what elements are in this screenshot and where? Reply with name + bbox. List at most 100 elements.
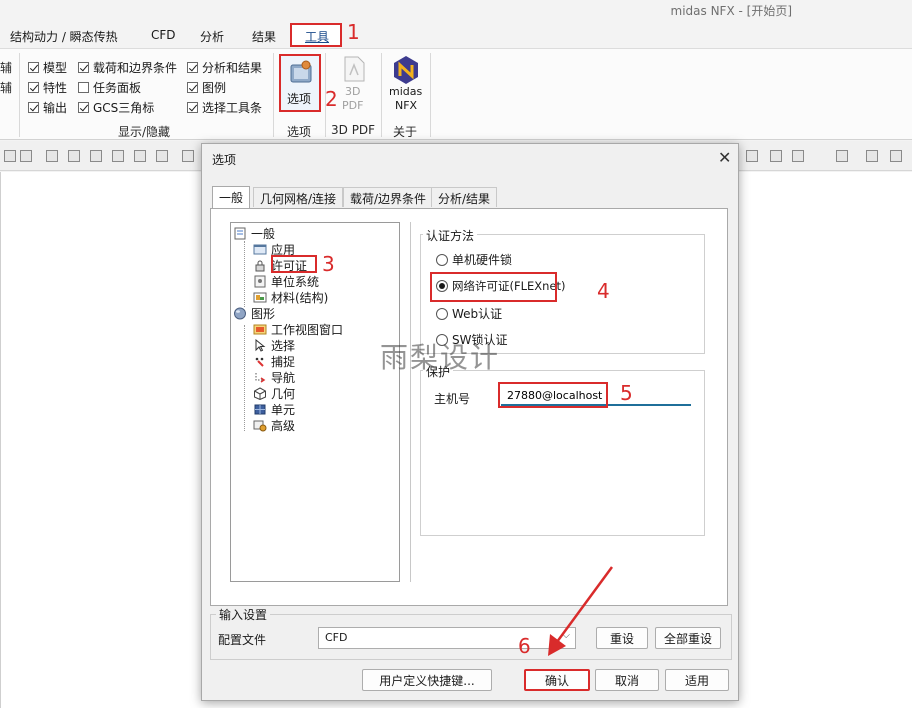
tab-geometry-mesh[interactable]: 几何网格/连接 [253,187,344,207]
snap-icon [255,357,264,367]
toolbar-icon[interactable] [866,150,878,162]
checkbox[interactable] [187,101,198,113]
check-legend[interactable]: 图例 [187,79,226,95]
check-property[interactable]: 特性 [28,79,67,95]
checkbox[interactable] [28,61,39,73]
checkbox[interactable] [28,81,39,93]
check-selection-toolbar[interactable]: 选择工具条 [187,99,262,115]
menu-tab-dynamics[interactable]: 结构动力 / 瞬态传热 [10,28,118,45]
grid-icon[interactable] [770,150,782,162]
menu-tab-results[interactable]: 结果 [252,28,276,45]
ribbon-separator [381,53,382,137]
user-shortcuts-button[interactable]: 用户定义快捷键... [362,669,492,691]
midas-logo-icon [394,56,418,84]
checkbox[interactable] [78,61,89,73]
menu-bar: 结构动力 / 瞬态传热 CFD 分析 结果 [0,22,912,48]
toolbar-icon[interactable] [20,150,32,162]
apply-button[interactable]: 适用 [665,669,729,691]
tree-item-select[interactable]: 选择 [253,337,295,353]
annotation-1: 1 [347,20,360,44]
radio-web-auth[interactable]: Web认证 [436,305,502,322]
check-model[interactable]: 模型 [28,59,67,75]
check-output-label: 输出 [43,100,68,115]
tree-item-label: 几何 [271,386,296,401]
check-output[interactable]: 输出 [28,99,67,115]
checkbox[interactable] [78,81,89,93]
annotation-5: 5 [620,381,633,405]
check-legend-label: 图例 [202,80,227,95]
element-icon [254,404,266,414]
cube-icon [254,386,266,400]
back-arrow-icon[interactable] [182,150,194,162]
radio-button[interactable] [436,307,448,320]
toolbar-icon[interactable] [836,150,848,162]
annotation-4: 4 [597,279,610,303]
about-button[interactable]: midas NFX [386,55,428,115]
tree-item-element[interactable]: 单元 [253,401,295,417]
tree-item-label: 捕捉 [271,354,296,369]
tree-item-graphics[interactable]: 图形 [233,305,275,321]
tree-item-material[interactable]: 材料(结构) [253,289,328,305]
radio-standalone-lock[interactable]: 单机硬件锁 [436,251,512,268]
menu-tab-analysis[interactable]: 分析 [200,28,224,45]
view-cube-icon[interactable] [156,150,168,162]
network-license-highlight [430,272,557,302]
check-gcs-triad-label: GCS三角标 [93,100,155,115]
host-label: 主机号 [434,392,471,406]
ribbon-separator [325,53,326,137]
toolbar-icon[interactable] [4,150,16,162]
config-file-select[interactable]: CFD ⌵ [318,627,576,649]
check-gcs-triad[interactable]: GCS三角标 [78,99,154,115]
toolbar-icon[interactable] [746,150,758,162]
tree-item-geometry[interactable]: 几何 [253,385,295,401]
radio-button[interactable] [436,253,448,266]
view-cube-icon[interactable] [90,150,102,162]
cancel-button[interactable]: 取消 [595,669,659,691]
tab-analysis-results[interactable]: 分析/结果 [431,187,498,207]
view-cube-icon[interactable] [46,150,58,162]
group-pdf-label: 3D PDF [331,123,376,137]
tree-item-work-view[interactable]: 工作视图窗口 [253,321,343,337]
options-button[interactable]: 选项 [279,54,321,112]
reset-all-button[interactable]: 全部重设 [655,627,721,649]
checkbox[interactable] [187,61,198,73]
checkbox[interactable] [187,81,198,93]
options-tree[interactable]: 一般 应用 许可证 单位系统 材料(结构) 图形 工作视图窗口 选择 捕捉 导航… [230,222,400,582]
tree-item-snap[interactable]: 捕捉 [253,353,295,369]
host-input-highlight [498,382,608,408]
sphere-icon[interactable] [792,150,804,162]
checkbox[interactable] [78,101,89,113]
tab-loads-bc[interactable]: 载荷/边界条件 [343,187,434,207]
checkbox[interactable] [28,101,39,113]
view-cube-icon[interactable] [134,150,146,162]
menu-tab-cfd[interactable]: CFD [151,28,176,42]
ok-button[interactable]: 确认 [524,669,590,691]
view-window-icon [253,324,267,334]
tree-item-general[interactable]: 一般 [233,225,275,241]
toolbar-icon[interactable] [890,150,902,162]
ribbon-partial-label: 辅 [0,81,13,95]
close-icon[interactable]: ✕ [718,148,731,167]
check-loads-bc[interactable]: 载荷和边界条件 [78,59,177,75]
tree-item-label: 图形 [251,306,276,321]
ribbon-separator [273,53,274,137]
check-task-panel[interactable]: 任务面板 [78,79,141,95]
check-model-label: 模型 [43,60,68,75]
menu-tab-tools[interactable]: 工具 [290,23,342,47]
check-selection-toolbar-label: 选择工具条 [202,100,263,115]
check-analysis-results[interactable]: 分析和结果 [187,59,262,75]
tree-item-unit-system[interactable]: 单位系统 [253,273,319,289]
tree-item-label: 单元 [271,402,296,417]
pdf-3d-button[interactable]: 3D PDF [334,55,374,115]
radio-label: Web认证 [452,307,503,321]
view-cube-icon[interactable] [68,150,80,162]
watermark-text: 雨梨设计 [380,341,501,374]
annotation-3: 3 [322,252,335,276]
config-file-label: 配置文件 [218,633,267,647]
tree-item-navigate[interactable]: 导航 [253,369,295,385]
tree-item-advanced[interactable]: 高级 [253,417,295,433]
tab-general[interactable]: 一般 [212,186,251,208]
view-cube-icon[interactable] [112,150,124,162]
pdf-3d-line1: 3D [345,85,361,98]
check-analysis-results-label: 分析和结果 [202,60,263,75]
